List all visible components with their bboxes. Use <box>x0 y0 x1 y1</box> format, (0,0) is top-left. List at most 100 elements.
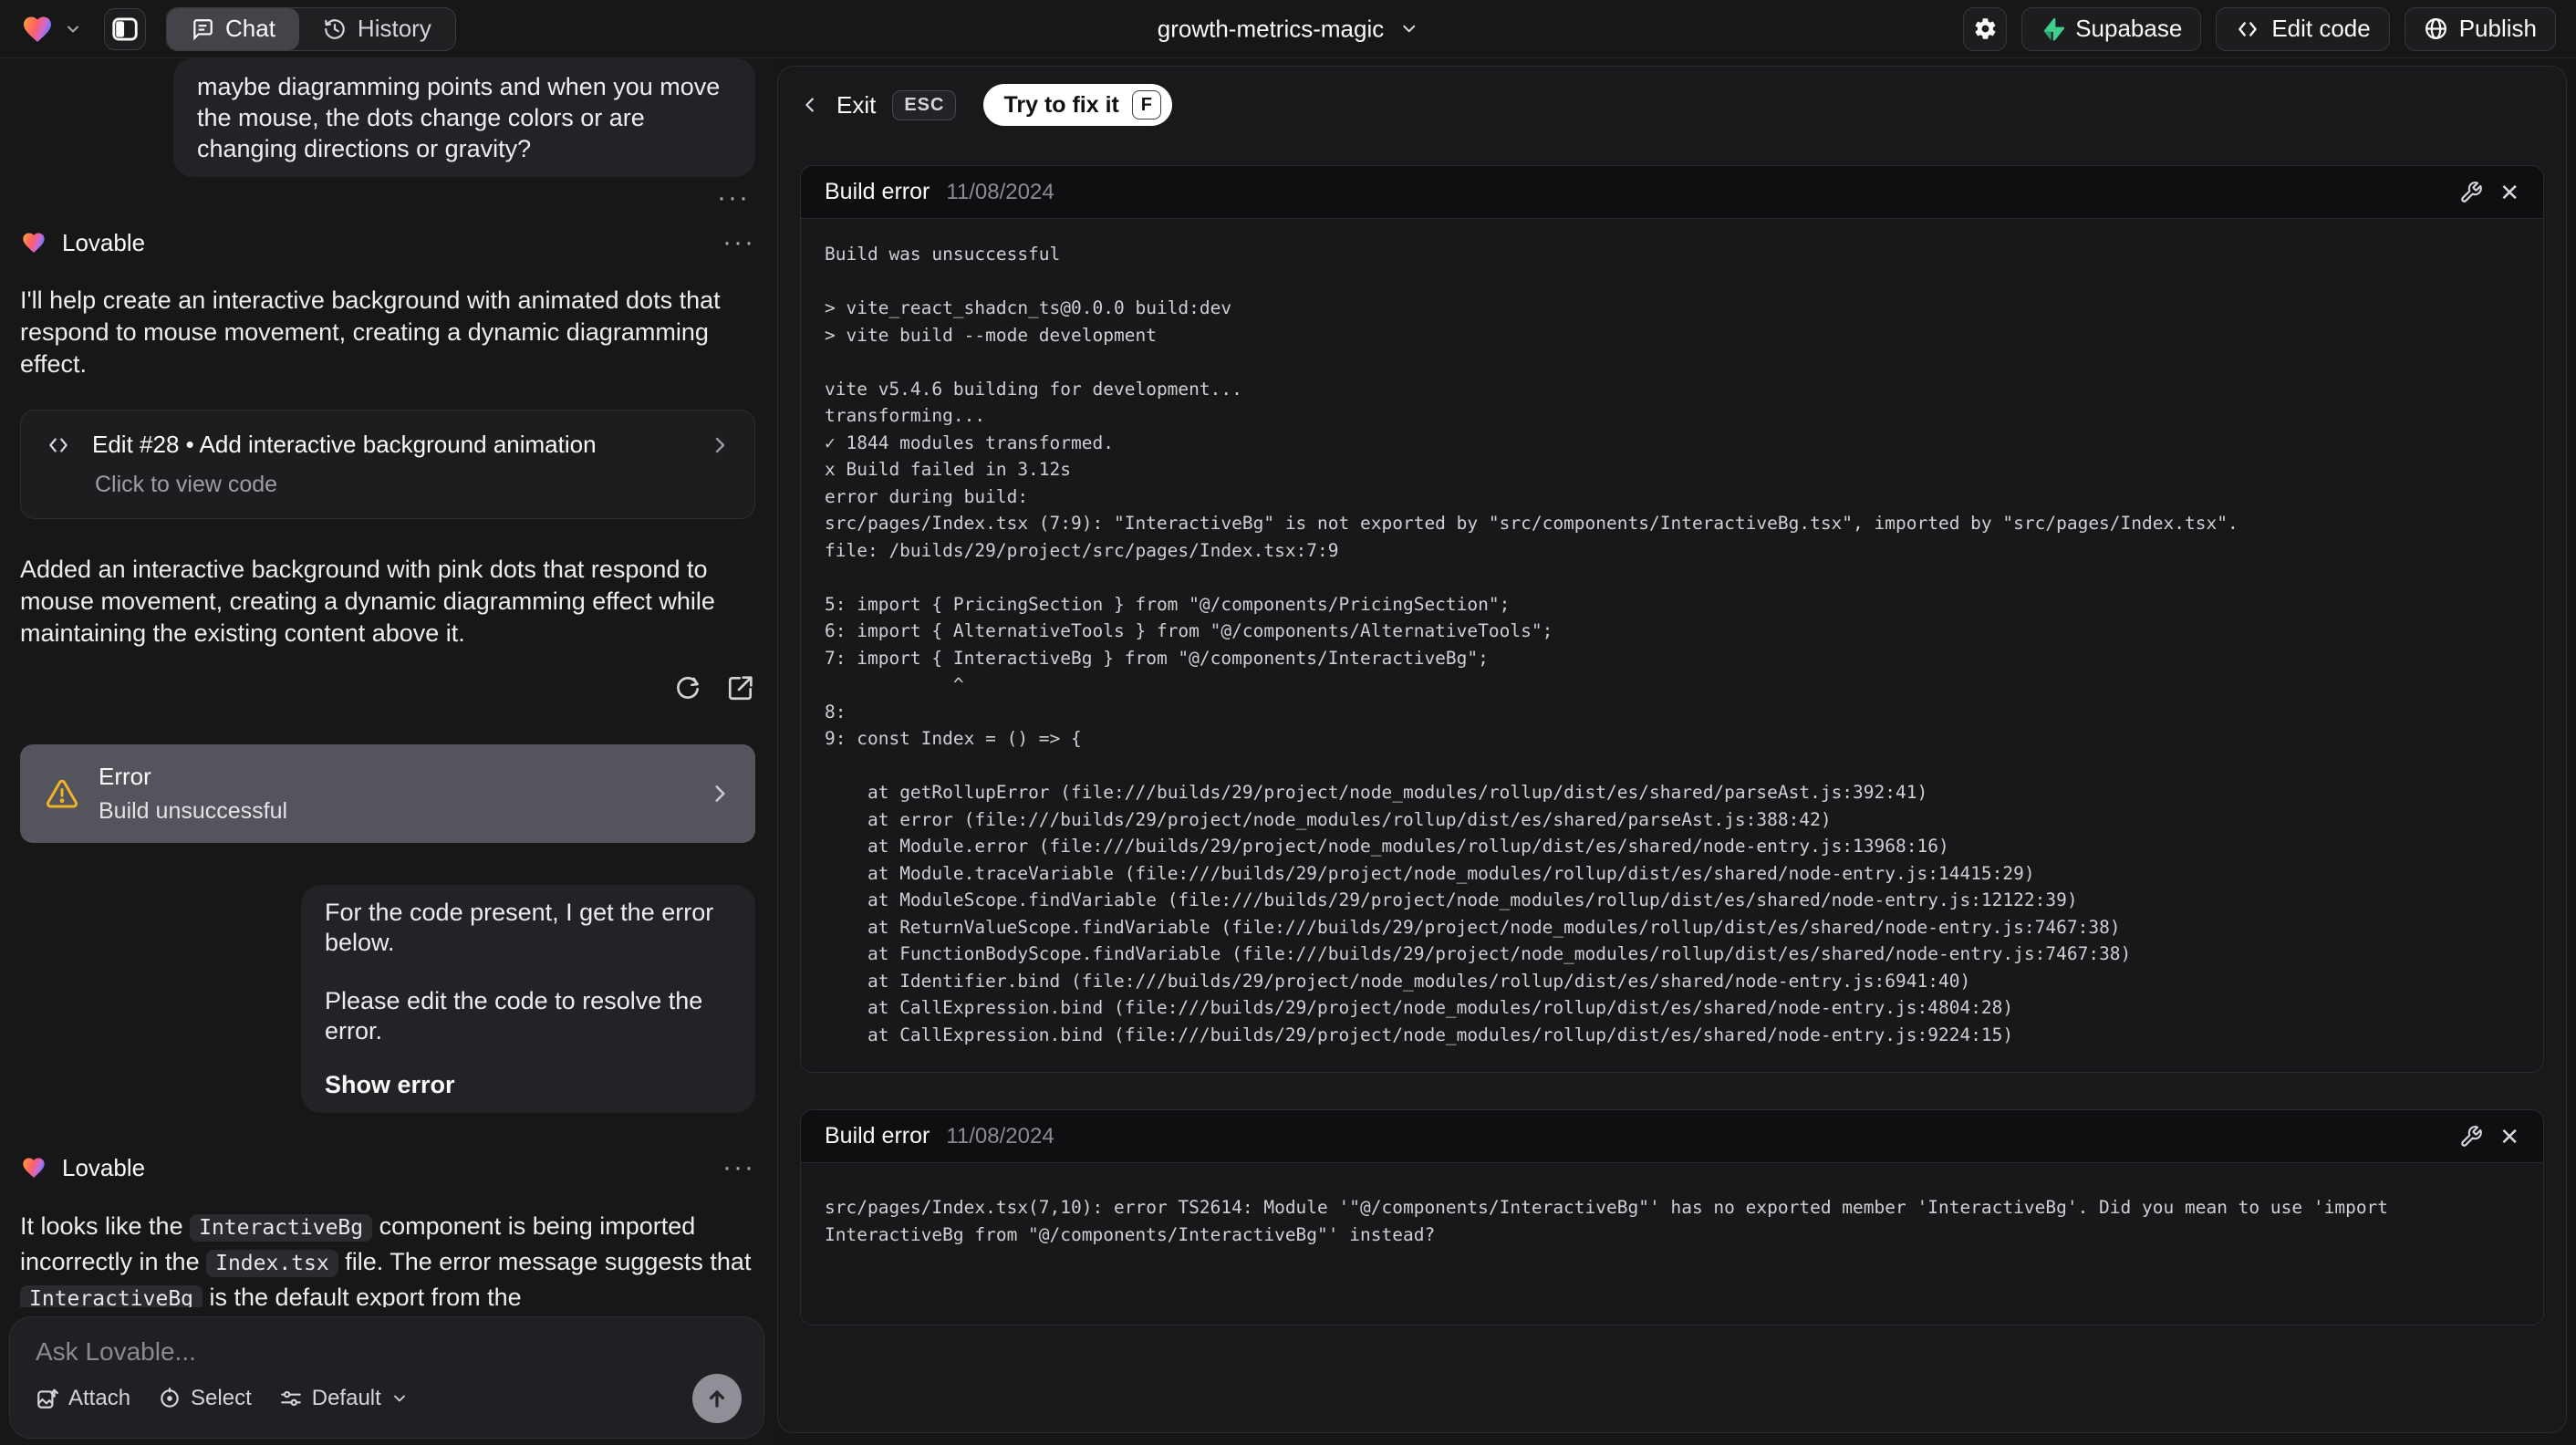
history-icon <box>323 17 347 41</box>
chevron-down-icon <box>1398 19 1418 39</box>
message-actions <box>20 673 755 704</box>
esc-key-badge: ESC <box>892 89 957 120</box>
code-brackets-icon <box>45 433 72 457</box>
sidebar-toggle-button[interactable] <box>104 7 146 50</box>
panel-date: 11/08/2024 <box>946 179 1054 204</box>
try-to-fix-label: Try to fix it <box>1003 91 1119 118</box>
user-message-text: maybe diagramming points and when you mo… <box>197 73 721 162</box>
supabase-icon <box>2041 17 2065 41</box>
show-error-link[interactable]: Show error <box>325 1070 732 1100</box>
build-error-panel-2-header: Build error 11/08/2024 ✕ <box>801 1110 2543 1163</box>
error-overlay-header: Exit ESC Try to fix it F <box>800 81 2544 129</box>
sliders-icon <box>279 1387 303 1410</box>
close-icon[interactable]: ✕ <box>2499 181 2519 204</box>
tab-history[interactable]: History <box>299 8 455 50</box>
topbar-actions: Supabase Edit code Publish <box>1963 6 2556 51</box>
project-switcher[interactable]: growth-metrics-magic <box>1158 15 1419 43</box>
user-message: maybe diagramming points and when you mo… <box>173 58 755 177</box>
retry-icon[interactable] <box>673 673 702 704</box>
build-error-panel-2: Build error 11/08/2024 ✕ src/pages/Index… <box>800 1109 2544 1325</box>
edit-code-label: Edit code <box>2271 15 2371 42</box>
attach-button[interactable]: Attach <box>36 1386 130 1411</box>
tab-chat[interactable]: Chat <box>167 7 299 50</box>
wrench-icon[interactable] <box>2459 1125 2483 1149</box>
tab-history-label: History <box>357 15 431 42</box>
publish-button[interactable]: Publish <box>2404 6 2556 51</box>
chat-bubble-icon <box>191 17 214 41</box>
text-part: is the default export from the <box>203 1284 522 1307</box>
edit-28-card[interactable]: Edit #28 • Add interactive background an… <box>20 410 755 519</box>
edit-28-subtitle: Click to view code <box>95 472 278 497</box>
warning-triangle-icon <box>44 777 80 810</box>
code-brackets-icon <box>2235 17 2260 41</box>
text-part: It looks like the <box>20 1212 191 1240</box>
build-error-card[interactable]: Error Build unsuccessful <box>20 744 755 843</box>
inline-code: InteractiveBg <box>20 1285 203 1307</box>
edit-code-button[interactable]: Edit code <box>2216 6 2390 51</box>
attach-label: Attach <box>68 1386 131 1410</box>
chevron-right-icon <box>708 782 732 806</box>
chevron-left-icon <box>800 95 820 115</box>
composer-toolbar: Attach Select Default <box>36 1374 742 1423</box>
build-error-log-2[interactable]: src/pages/Index.tsx(7,10): error TS2614:… <box>801 1163 2543 1325</box>
supabase-label: Supabase <box>2075 15 2183 42</box>
close-icon[interactable]: ✕ <box>2499 1125 2519 1149</box>
assistant-intro-text: I'll help create an interactive backgrou… <box>20 286 721 378</box>
publish-label: Publish <box>2458 15 2537 42</box>
log-text: Build was unsuccessful > vite_react_shad… <box>825 244 2238 1045</box>
assistant-name: Lovable <box>62 228 146 256</box>
exit-label: Exit <box>836 90 877 119</box>
message-menu-button[interactable]: ··· <box>20 177 755 213</box>
panel-title: Build error <box>825 179 930 204</box>
wrench-icon[interactable] <box>2459 181 2483 204</box>
edit-28-title: Edit #28 • Add interactive background an… <box>92 431 597 458</box>
error-card-subtitle: Build unsuccessful <box>99 798 288 824</box>
main-layout: maybe diagramming points and when you mo… <box>0 58 2576 1444</box>
exit-button[interactable]: Exit ESC <box>800 89 957 120</box>
send-button[interactable] <box>692 1374 742 1423</box>
model-selector[interactable]: Default <box>279 1386 409 1411</box>
build-error-panel-1-header: Build error 11/08/2024 ✕ <box>801 166 2543 219</box>
f-key-badge: F <box>1131 90 1161 120</box>
arrow-up-icon <box>704 1386 730 1411</box>
composer: Ask Lovable... Attach Select Default <box>9 1316 764 1439</box>
error-overlay: Exit ESC Try to fix it F Build error 11/… <box>777 66 2567 1433</box>
panel-date: 11/08/2024 <box>946 1123 1054 1149</box>
chat-panel: maybe diagramming points and when you mo… <box>0 58 775 1444</box>
user-message: For the code present, I get the error be… <box>301 885 755 1113</box>
panel-title: Build error <box>825 1123 930 1149</box>
image-up-icon <box>36 1387 59 1410</box>
text-part: file. The error message suggests that <box>338 1248 752 1275</box>
user-message-line: For the code present, I get the error be… <box>325 899 714 956</box>
message-menu-button[interactable]: ··· <box>722 1152 755 1183</box>
chevron-down-icon <box>64 20 82 38</box>
lovable-heart-icon <box>20 1155 47 1180</box>
settings-button[interactable] <box>1963 6 2008 51</box>
supabase-button[interactable]: Supabase <box>2021 6 2202 51</box>
assistant-fix-text: It looks like the InteractiveBg componen… <box>20 1210 755 1307</box>
app-logo-menu[interactable] <box>20 13 82 46</box>
assistant-summary-text: Added an interactive background with pin… <box>20 556 715 647</box>
gear-icon <box>1973 16 1998 41</box>
lovable-heart-icon <box>20 230 47 255</box>
model-label: Default <box>311 1386 381 1410</box>
assistant-header: Lovable ··· <box>20 1149 755 1186</box>
message-menu-button[interactable]: ··· <box>722 227 755 258</box>
try-to-fix-button[interactable]: Try to fix it F <box>983 84 1172 126</box>
log-text: src/pages/Index.tsx(7,10): error TS2614:… <box>825 1197 2399 1245</box>
select-button[interactable]: Select <box>158 1386 252 1411</box>
inline-code: Index.tsx <box>206 1250 338 1277</box>
chevron-down-icon <box>390 1389 409 1408</box>
user-message-line: Please edit the code to resolve the erro… <box>325 987 703 1045</box>
chevron-right-icon <box>709 434 731 456</box>
tab-chat-label: Chat <box>225 15 275 42</box>
build-error-log-1[interactable]: Build was unsuccessful > vite_react_shad… <box>801 219 2543 1072</box>
chat-message-list[interactable]: maybe diagramming points and when you mo… <box>20 58 755 1307</box>
panel-left-icon <box>112 17 138 41</box>
select-label: Select <box>191 1386 252 1410</box>
globe-icon <box>2424 16 2448 41</box>
chat-history-switcher: Chat History <box>166 6 456 51</box>
ellipsis-icon: ··· <box>717 182 750 213</box>
chat-input[interactable]: Ask Lovable... <box>36 1337 742 1367</box>
open-external-icon[interactable] <box>726 673 755 704</box>
